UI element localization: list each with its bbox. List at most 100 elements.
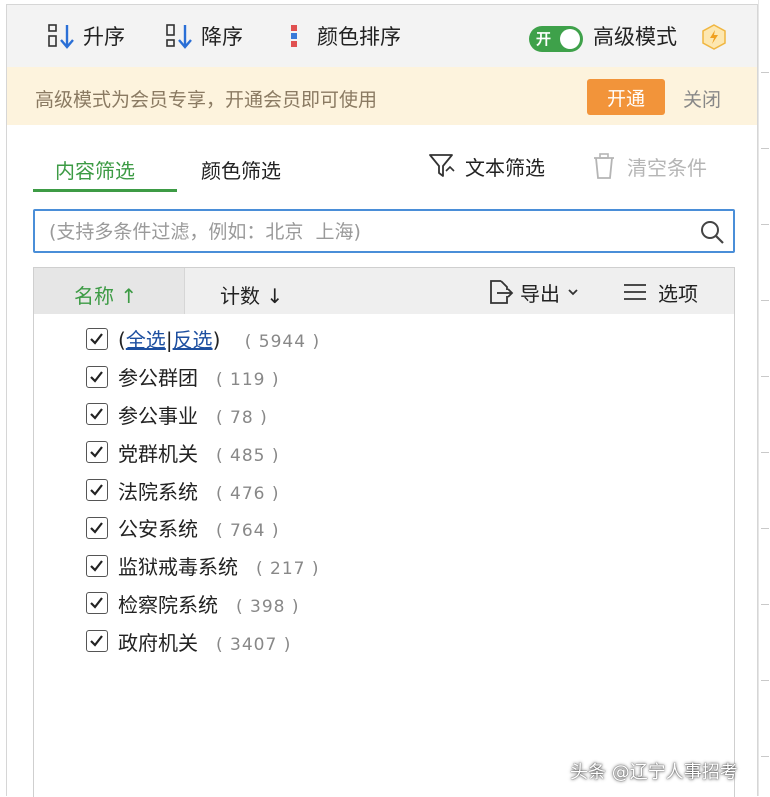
grid-tick — [761, 452, 769, 453]
toolbar: 升序 降序 颜色排序 开 高级模式 — [7, 5, 757, 68]
member-banner: 高级模式为会员专享，开通会员即可使用 开通 关闭 — [7, 67, 757, 125]
name-column-header[interactable]: 名称 ↑ — [34, 268, 185, 314]
clear-conditions-label: 清空条件 — [627, 155, 707, 180]
text-filter-button[interactable]: 文本筛选 — [427, 151, 545, 181]
list-item-checkbox[interactable] — [86, 365, 108, 388]
list-item: 党群机关 ( 485 ) — [34, 433, 734, 471]
grid-tick — [761, 224, 769, 225]
checkmark-icon — [90, 333, 103, 345]
list-item: 政府机关 ( 3407 ) — [34, 622, 734, 660]
color-sort-button[interactable]: 颜色排序 — [289, 21, 401, 51]
sort-ascending-button[interactable]: 升序 — [47, 21, 125, 51]
list-item: 监狱戒毒系统 ( 217 ) — [34, 547, 734, 585]
name-header-text: 名称 — [74, 284, 114, 308]
checkmark-icon — [90, 484, 103, 496]
list-item-count: ( 485 ) — [216, 445, 280, 466]
sort-descending-button[interactable]: 降序 — [165, 21, 243, 51]
list-item-checkbox[interactable] — [86, 403, 108, 426]
list-item-text: 检察院系统 — [118, 592, 218, 617]
export-icon — [490, 280, 514, 304]
funnel-icon — [429, 154, 455, 177]
toggle-knob — [560, 29, 580, 49]
list-item: 公安系统 ( 764 ) — [34, 509, 734, 547]
lightning-badge-icon — [702, 24, 726, 50]
trash-icon — [594, 153, 614, 179]
filter-panel: 升序 降序 颜色排序 开 高级模式 高级模式为会员专享，开通会员即可使用 开通 … — [6, 4, 758, 797]
count-header-text: 计数 — [220, 284, 260, 308]
list-item-label: 参公事业 ( 78 ) — [118, 400, 268, 429]
checkmark-icon — [90, 371, 103, 383]
grid-tick — [761, 72, 769, 73]
open-paren: ( — [118, 328, 126, 353]
options-button[interactable]: 选项 — [622, 278, 698, 306]
options-label: 选项 — [658, 281, 698, 306]
text-filter-label: 文本筛选 — [465, 155, 545, 180]
list-item-checkbox[interactable] — [86, 479, 108, 502]
list-item-text: 监狱戒毒系统 — [118, 555, 238, 580]
export-dropdown[interactable]: 导出 — [486, 278, 582, 306]
search-input[interactable] — [47, 217, 691, 247]
list-item-checkbox[interactable] — [86, 441, 108, 464]
list-item: 参公事业 ( 78 ) — [34, 396, 734, 434]
list-item-label: 监狱戒毒系统 ( 217 ) — [118, 551, 320, 580]
name-sort-arrow-icon: ↑ — [120, 284, 138, 308]
tab-color-filter[interactable]: 颜色筛选 — [201, 155, 281, 184]
list-item-text: 参公群团 — [118, 366, 198, 391]
sort-descending-icon — [166, 24, 192, 49]
grid-tick — [761, 604, 769, 605]
color-sort-icon — [291, 25, 297, 47]
banner-text: 高级模式为会员专享，开通会员即可使用 — [35, 89, 378, 111]
tab-content-filter[interactable]: 内容筛选 — [55, 155, 135, 184]
select-all-row: (全选|反选) ( 5944 ) — [34, 320, 734, 358]
list-item-label: 法院系统 ( 476 ) — [118, 476, 280, 505]
list-item-count: ( 398 ) — [236, 596, 300, 617]
open-membership-button[interactable]: 开通 — [587, 79, 665, 115]
grid-tick — [761, 756, 769, 757]
list-item-label: 党群机关 ( 485 ) — [118, 438, 280, 467]
active-tab-underline — [33, 189, 177, 192]
list-item-label: 参公群团 ( 119 ) — [118, 362, 280, 391]
select-all-label: (全选|反选) ( 5944 ) — [118, 324, 320, 353]
search-box — [33, 209, 735, 253]
list-item-text: 党群机关 — [118, 441, 198, 466]
list-item-count: ( 764 ) — [216, 521, 280, 542]
clear-conditions-button[interactable]: 清空条件 — [591, 151, 707, 181]
list-item-label: 公安系统 ( 764 ) — [118, 513, 280, 542]
select-all-checkbox[interactable] — [86, 327, 108, 350]
advanced-mode-label: 高级模式 — [593, 25, 677, 49]
list-header: 名称 ↑ 计数 ↓ 导出 选项 — [34, 268, 734, 314]
toggle-on-label: 开 — [536, 30, 552, 48]
grid-tick — [761, 148, 769, 149]
watermark: 头条 @辽宁人事招考 — [570, 762, 738, 783]
list-item-count: ( 119 ) — [216, 370, 280, 391]
close-paren: ) — [212, 328, 221, 353]
checkmark-icon — [90, 597, 103, 610]
color-sort-label: 颜色排序 — [317, 25, 401, 49]
select-all-count: ( 5944 ) — [244, 332, 321, 353]
list-item: 检察院系统 ( 398 ) — [34, 585, 734, 623]
checkmark-icon — [90, 522, 103, 534]
checkmark-icon — [90, 559, 103, 572]
advanced-mode-toggle[interactable]: 开 — [529, 26, 583, 52]
list-item-checkbox[interactable] — [86, 630, 108, 653]
grid-tick — [761, 300, 769, 301]
search-icon[interactable] — [699, 219, 725, 245]
list-item-checkbox[interactable] — [86, 554, 108, 577]
select-all-link[interactable]: 全选 — [126, 328, 166, 352]
list-item-checkbox[interactable] — [86, 592, 108, 615]
checkmark-icon — [90, 635, 103, 647]
grid-tick — [761, 680, 769, 681]
list-item-count: ( 3407 ) — [216, 634, 292, 655]
list-item-count: ( 78 ) — [216, 407, 268, 428]
list-item: 参公群团 ( 119 ) — [34, 358, 734, 396]
list-item-text: 公安系统 — [118, 517, 198, 542]
list-item-count: ( 217 ) — [256, 559, 320, 580]
export-label: 导出 — [520, 281, 560, 306]
count-column-header[interactable]: 计数 ↓ — [220, 280, 283, 309]
list-item-checkbox[interactable] — [86, 516, 108, 539]
close-banner-button[interactable]: 关闭 — [683, 85, 721, 112]
count-sort-arrow-icon: ↓ — [266, 284, 284, 308]
invert-selection-link[interactable]: 反选 — [173, 328, 213, 352]
sort-descending-label: 降序 — [201, 25, 243, 49]
list-item-label: 检察院系统 ( 398 ) — [118, 589, 300, 618]
